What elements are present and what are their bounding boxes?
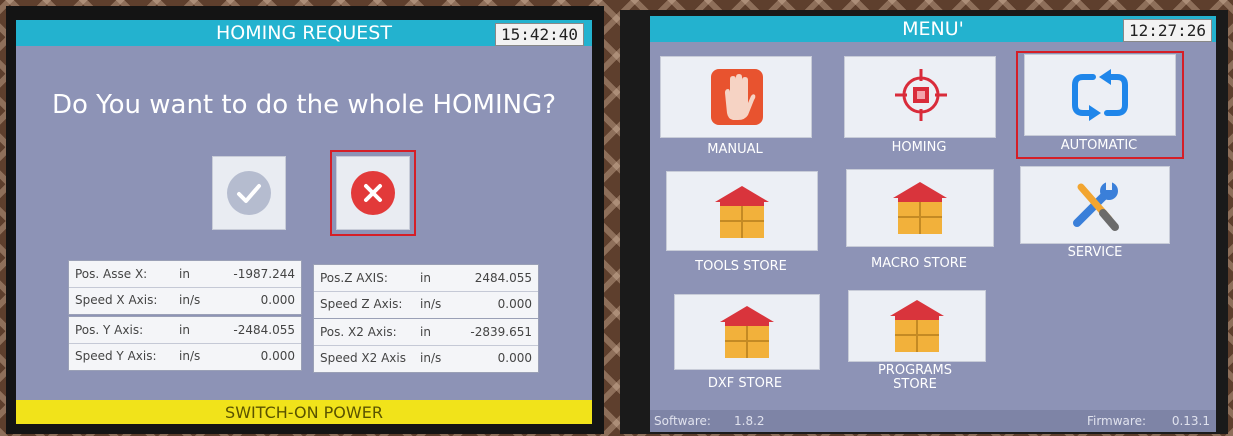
axis-unit: in/s [420,297,442,311]
menu-tools-store-button[interactable] [666,171,818,251]
screen-title: HOMING REQUEST [216,22,392,44]
menu-manual-button[interactable] [660,56,812,138]
axis-value: -2839.651 [470,325,532,339]
software-label: Software: [654,414,711,428]
check-icon [227,171,271,215]
menu-automatic-label: AUTOMATIC [1060,138,1138,153]
warehouse-icon [715,186,769,238]
menu-tools-store-label: TOOLS STORE [695,259,787,274]
axis-row: Pos. X2 Axis: in -2839.651 [314,319,538,346]
homing-request-screen: HOMING REQUEST 15:42:40 Do You want to d… [16,20,592,424]
status-footer: SWITCH-ON POWER [16,400,592,424]
axis-label: Pos. X2 Axis: [320,325,397,339]
confirm-homing-button[interactable] [212,156,286,230]
axis-unit: in/s [420,351,442,365]
axis-row: Pos.Z AXIS: in 2484.055 [314,265,538,292]
menu-automatic-button[interactable] [1024,54,1176,136]
clock: 12:27:26 [1122,19,1212,42]
axis-value: 0.000 [260,293,295,307]
software-version: 1.8.2 [734,414,765,428]
axis-row: Pos. Y Axis: in -2484.055 [69,317,301,344]
main-menu-screen: MENU' 12:27:26 MANUAL HOMING AUTOMATIC T… [650,16,1216,432]
clock: 15:42:40 [494,23,584,46]
axis-row: Pos. Asse X: in -1987.244 [69,261,301,288]
menu-dxf-store-button[interactable] [674,294,820,370]
axis-unit: in [420,325,431,339]
axis-row: Speed X2 Axis in/s 0.000 [314,345,538,371]
firmware-label: Firmware: [1086,414,1146,428]
menu-programs-store-button[interactable] [848,290,986,362]
firmware-version: 0.13.1 [1171,414,1210,428]
axis-unit: in [179,267,190,281]
warehouse-icon [890,300,944,352]
axis-unit: in [179,323,190,337]
warehouse-icon [720,306,774,358]
menu-manual-label: MANUAL [707,142,763,157]
axis-value: -2484.055 [233,323,295,337]
homing-question: Do You want to do the whole HOMING? [51,90,557,120]
axis-row: Speed Z Axis: in/s 0.000 [314,291,538,317]
axis-x2-panel: Pos. X2 Axis: in -2839.651 Speed X2 Axis… [313,318,539,373]
axis-value: -1987.244 [233,267,295,281]
menu-macro-store-label: MACRO STORE [870,256,968,271]
warehouse-icon [893,182,947,234]
label-line-2: STORE [893,377,937,392]
axis-row: Speed Y Axis: in/s 0.000 [69,343,301,369]
axis-label: Speed Y Axis: [75,349,157,363]
version-bar: Software: 1.8.2 Firmware: 0.13.1 [650,410,1216,432]
hand-stop-icon [711,69,763,125]
axis-z-panel: Pos.Z AXIS: in 2484.055 Speed Z Axis: in… [313,264,539,319]
cancel-homing-button[interactable] [336,156,410,230]
menu-service-button[interactable] [1020,166,1170,244]
axis-label: Pos. Asse X: [75,267,148,281]
axis-unit: in [420,271,431,285]
target-icon [895,69,947,121]
menu-programs-store-label: PROGRAMS STORE [840,364,990,392]
axis-value: 0.000 [497,297,532,311]
axis-label: Pos.Z AXIS: [320,271,388,285]
screen-title: MENU' [902,18,964,40]
menu-macro-store-button[interactable] [846,169,994,247]
axis-value: 2484.055 [474,271,532,285]
menu-service-label: SERVICE [1067,245,1123,260]
label-line-1: PROGRAMS [877,363,953,378]
menu-homing-button[interactable] [844,56,996,138]
close-icon [351,171,395,215]
axis-label: Pos. Y Axis: [75,323,144,337]
axis-value: 0.000 [260,349,295,363]
menu-homing-label: HOMING [891,140,947,155]
menu-dxf-store-label: DXF STORE [707,376,783,391]
axis-y-panel: Pos. Y Axis: in -2484.055 Speed Y Axis: … [68,316,302,371]
axis-row: Speed X Axis: in/s 0.000 [69,287,301,313]
axis-value: 0.000 [497,351,532,365]
axis-x-panel: Pos. Asse X: in -1987.244 Speed X Axis: … [68,260,302,315]
wrench-screwdriver-icon [1073,180,1119,231]
cycle-arrows-icon [1072,69,1128,121]
axis-label: Speed X2 Axis [320,351,406,365]
axis-unit: in/s [179,349,201,363]
axis-unit: in/s [179,293,201,307]
axis-label: Speed Z Axis: [320,297,403,311]
axis-label: Speed X Axis: [75,293,158,307]
